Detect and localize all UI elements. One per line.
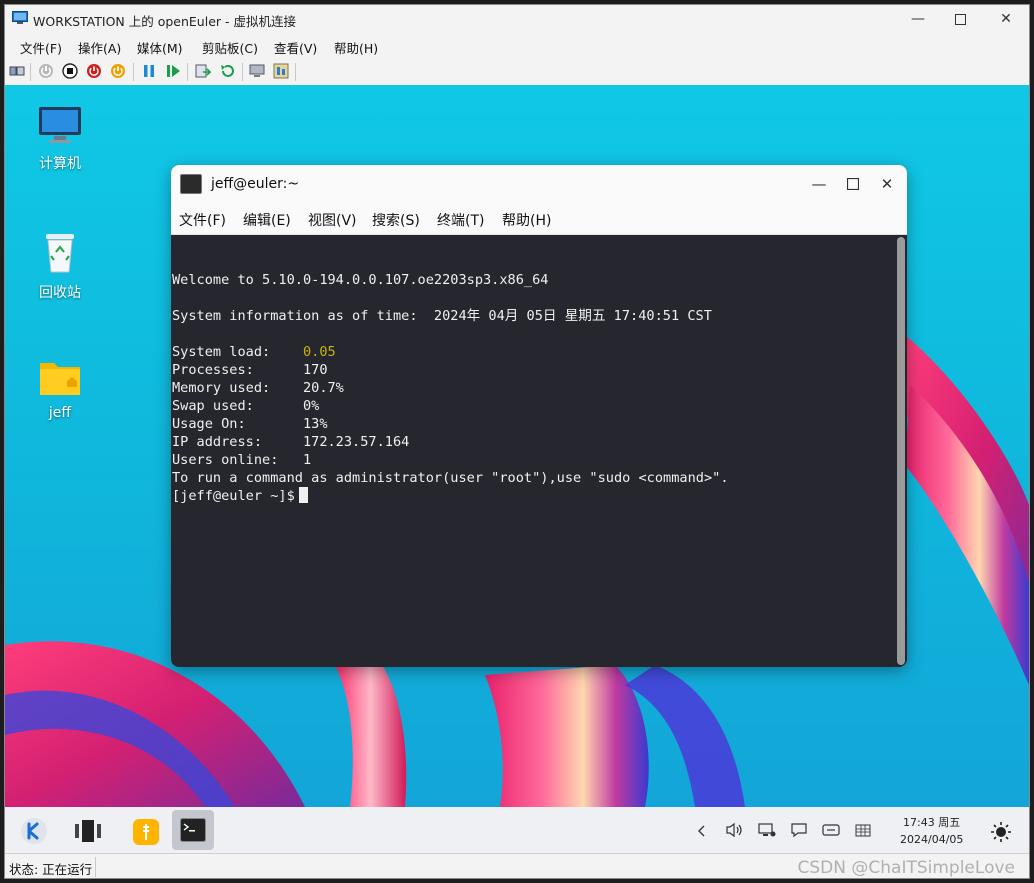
menu-view[interactable]: 查看(V) bbox=[274, 38, 317, 57]
terminal-close-icon[interactable]: ✕ bbox=[876, 173, 898, 195]
status-bar: 状态: 正在运行 CSDN @ChaITSimpleLove bbox=[5, 853, 1029, 878]
menu-action[interactable]: 操作(A) bbox=[78, 38, 121, 57]
terminal-app-icon bbox=[180, 174, 202, 194]
text-cursor bbox=[298, 487, 308, 503]
terminal-menu-edit[interactable]: 编辑(E) bbox=[243, 210, 291, 230]
terminal-menu-bar: 文件(F) 编辑(E) 视图(V) 搜索(S) 终端(T) 帮助(H) bbox=[171, 203, 907, 235]
terminal-line-welcome: Welcome to 5.10.0-194.0.0.107.oe2203sp3.… bbox=[172, 272, 549, 288]
menu-bar: 文件(F) 操作(A) 媒体(M) 剪贴板(C) 查看(V) 帮助(H) bbox=[5, 35, 1029, 57]
computer-icon bbox=[39, 107, 81, 143]
desktop-icon-label: 回收站 bbox=[39, 285, 81, 301]
start-icon[interactable] bbox=[38, 63, 54, 79]
title-bar[interactable]: WORKSTATION 上的 openEuler - 虚拟机连接 — ✕ bbox=[5, 5, 1029, 33]
start-menu-icon[interactable] bbox=[20, 817, 48, 845]
menu-file[interactable]: 文件(F) bbox=[20, 38, 62, 57]
terminal-line-swap: Swap used: 0% bbox=[172, 398, 320, 414]
keyboard-icon[interactable] bbox=[854, 822, 872, 838]
vm-app-icon bbox=[12, 11, 28, 24]
terminal-line-users: Users online: 1 bbox=[172, 452, 312, 468]
network-icon[interactable] bbox=[758, 822, 776, 838]
resume-icon[interactable] bbox=[165, 63, 181, 79]
shell-prompt: [jeff@euler ~]$ bbox=[172, 488, 295, 504]
menu-clipboard[interactable]: 剪贴板(C) bbox=[202, 38, 258, 57]
terminal-icon bbox=[180, 818, 206, 842]
desktop-icon-computer[interactable]: 计算机 bbox=[18, 105, 102, 173]
taskbar-clock-time[interactable]: 17:43 周五 bbox=[903, 814, 960, 830]
input-method-icon[interactable] bbox=[822, 822, 840, 838]
shutdown-icon[interactable] bbox=[86, 63, 102, 79]
ctrl-alt-del-icon[interactable] bbox=[9, 63, 25, 79]
minimize-icon[interactable]: — bbox=[895, 5, 941, 33]
menu-help[interactable]: 帮助(H) bbox=[334, 38, 378, 57]
save-icon[interactable] bbox=[110, 63, 126, 79]
watermark-text: CSDN @ChaITSimpleLove bbox=[797, 858, 1015, 878]
taskbar-clock-date[interactable]: 2024/04/05 bbox=[900, 833, 963, 846]
zoom-icon[interactable] bbox=[273, 63, 289, 79]
volume-icon[interactable] bbox=[725, 822, 743, 838]
night-mode-icon[interactable] bbox=[990, 821, 1012, 843]
desktop-icon-jeff[interactable]: jeff bbox=[18, 357, 102, 421]
terminal-menu-file[interactable]: 文件(F) bbox=[179, 210, 226, 230]
desktop-icon-label: 计算机 bbox=[39, 156, 81, 172]
terminal-scrollbar[interactable] bbox=[897, 237, 905, 665]
toolbar bbox=[5, 60, 1029, 84]
terminal-menu-search[interactable]: 搜索(S) bbox=[372, 210, 420, 230]
terminal-title: jeff@euler:~ bbox=[211, 176, 300, 192]
terminal-line-sysinfo: System information as of time: 2024年 04月… bbox=[172, 308, 712, 324]
terminal-line-processes: Processes: 170 bbox=[172, 362, 328, 378]
maximize-icon[interactable] bbox=[937, 5, 983, 33]
terminal-output[interactable]: Welcome to 5.10.0-194.0.0.107.oe2203sp3.… bbox=[171, 235, 893, 667]
terminal-title-bar[interactable]: jeff@euler:~ — ✕ bbox=[171, 165, 907, 203]
pause-icon[interactable] bbox=[141, 63, 157, 79]
load-value: 0.05 bbox=[302, 344, 336, 360]
vm-connection-window: WORKSTATION 上的 openEuler - 虚拟机连接 — ✕ 文件(… bbox=[4, 4, 1030, 879]
terminal-line-prompt[interactable]: [jeff@euler ~]$ bbox=[172, 487, 308, 505]
terminal-line-sudo-hint: To run a command as administrator(user "… bbox=[172, 470, 729, 486]
guest-taskbar: 17:43 周五 2024/04/05 bbox=[5, 807, 1029, 853]
vm-status-text: 状态: 正在运行 bbox=[9, 862, 93, 877]
checkpoint-icon[interactable] bbox=[195, 63, 211, 79]
guest-desktop: 计算机 回收站 jeff jeff@euler:~ — ✕ 文件(F) 编辑(E… bbox=[5, 85, 1029, 807]
terminal-line-memory: Memory used: 20.7% bbox=[172, 380, 344, 396]
multitask-view-icon[interactable] bbox=[75, 819, 101, 843]
terminal-taskbar-button[interactable] bbox=[172, 810, 214, 850]
terminal-line-load: System load: 0.05 bbox=[172, 343, 336, 361]
terminal-menu-help[interactable]: 帮助(H) bbox=[502, 210, 551, 230]
terminal-line-ip: IP address: 172.23.57.164 bbox=[172, 434, 410, 450]
desktop-icon-recycle-bin[interactable]: 回收站 bbox=[18, 230, 102, 302]
notification-icon[interactable] bbox=[790, 822, 808, 838]
turn-off-icon[interactable] bbox=[62, 63, 78, 79]
recycle-bin-icon bbox=[46, 234, 74, 273]
load-label: System load: bbox=[172, 344, 303, 360]
terminal-maximize-icon[interactable] bbox=[842, 173, 864, 195]
tray-expand-icon[interactable] bbox=[697, 824, 707, 838]
terminal-menu-terminal[interactable]: 终端(T) bbox=[437, 210, 484, 230]
revert-icon[interactable] bbox=[219, 63, 235, 79]
menu-media[interactable]: 媒体(M) bbox=[137, 38, 183, 57]
terminal-line-usage: Usage On: 13% bbox=[172, 416, 328, 432]
file-manager-icon[interactable] bbox=[132, 818, 160, 846]
terminal-minimize-icon[interactable]: — bbox=[808, 173, 830, 195]
home-folder-icon bbox=[40, 363, 80, 395]
window-title: WORKSTATION 上的 openEuler - 虚拟机连接 bbox=[33, 14, 296, 29]
close-icon[interactable]: ✕ bbox=[983, 5, 1029, 33]
desktop-icon-label: jeff bbox=[48, 405, 72, 421]
terminal-menu-view[interactable]: 视图(V) bbox=[308, 210, 357, 230]
enhanced-session-icon[interactable] bbox=[249, 63, 265, 79]
terminal-window[interactable]: jeff@euler:~ — ✕ 文件(F) 编辑(E) 视图(V) 搜索(S)… bbox=[171, 165, 907, 667]
